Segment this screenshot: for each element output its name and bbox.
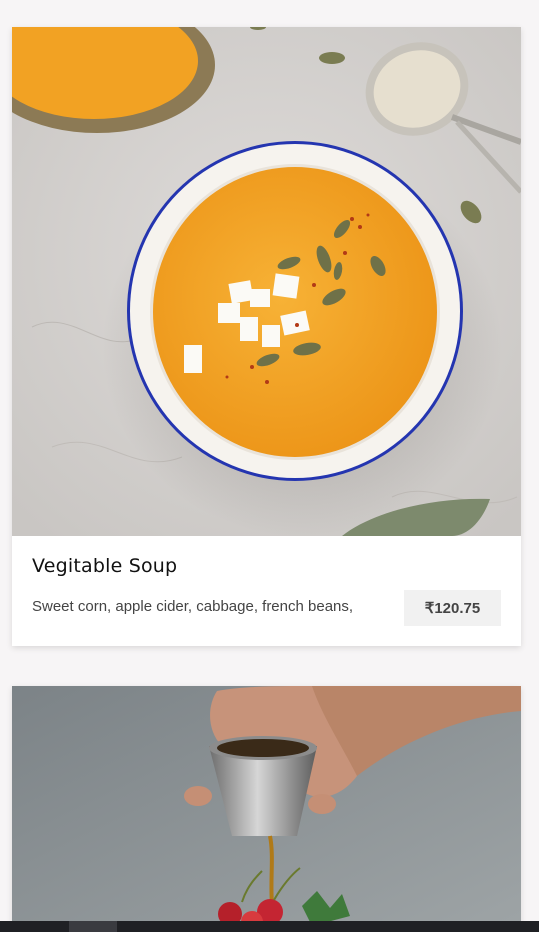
menu-item-card[interactable]: Vegitable Soup Sweet corn, apple cider, …: [12, 27, 521, 646]
soup-bowl-photo: [12, 27, 521, 536]
cocktail-pour-photo: [12, 686, 521, 932]
menu-item-description: Sweet corn, apple cider, cabbage, french…: [32, 598, 354, 615]
taskbar: [0, 921, 539, 932]
menu-item-price[interactable]: ₹120.75: [404, 590, 501, 626]
menu-item-card[interactable]: [12, 686, 521, 932]
taskbar-active-app[interactable]: [69, 921, 117, 932]
menu-item-title: Vegitable Soup: [32, 555, 178, 577]
